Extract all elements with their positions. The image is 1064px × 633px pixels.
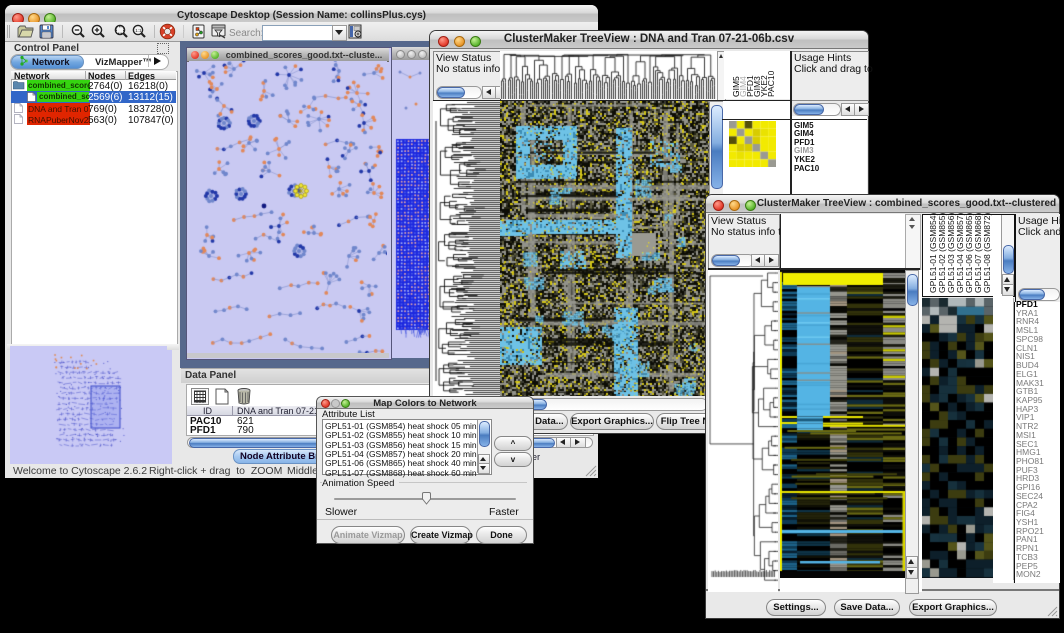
svg-text:1:1: 1:1 — [135, 28, 142, 33]
